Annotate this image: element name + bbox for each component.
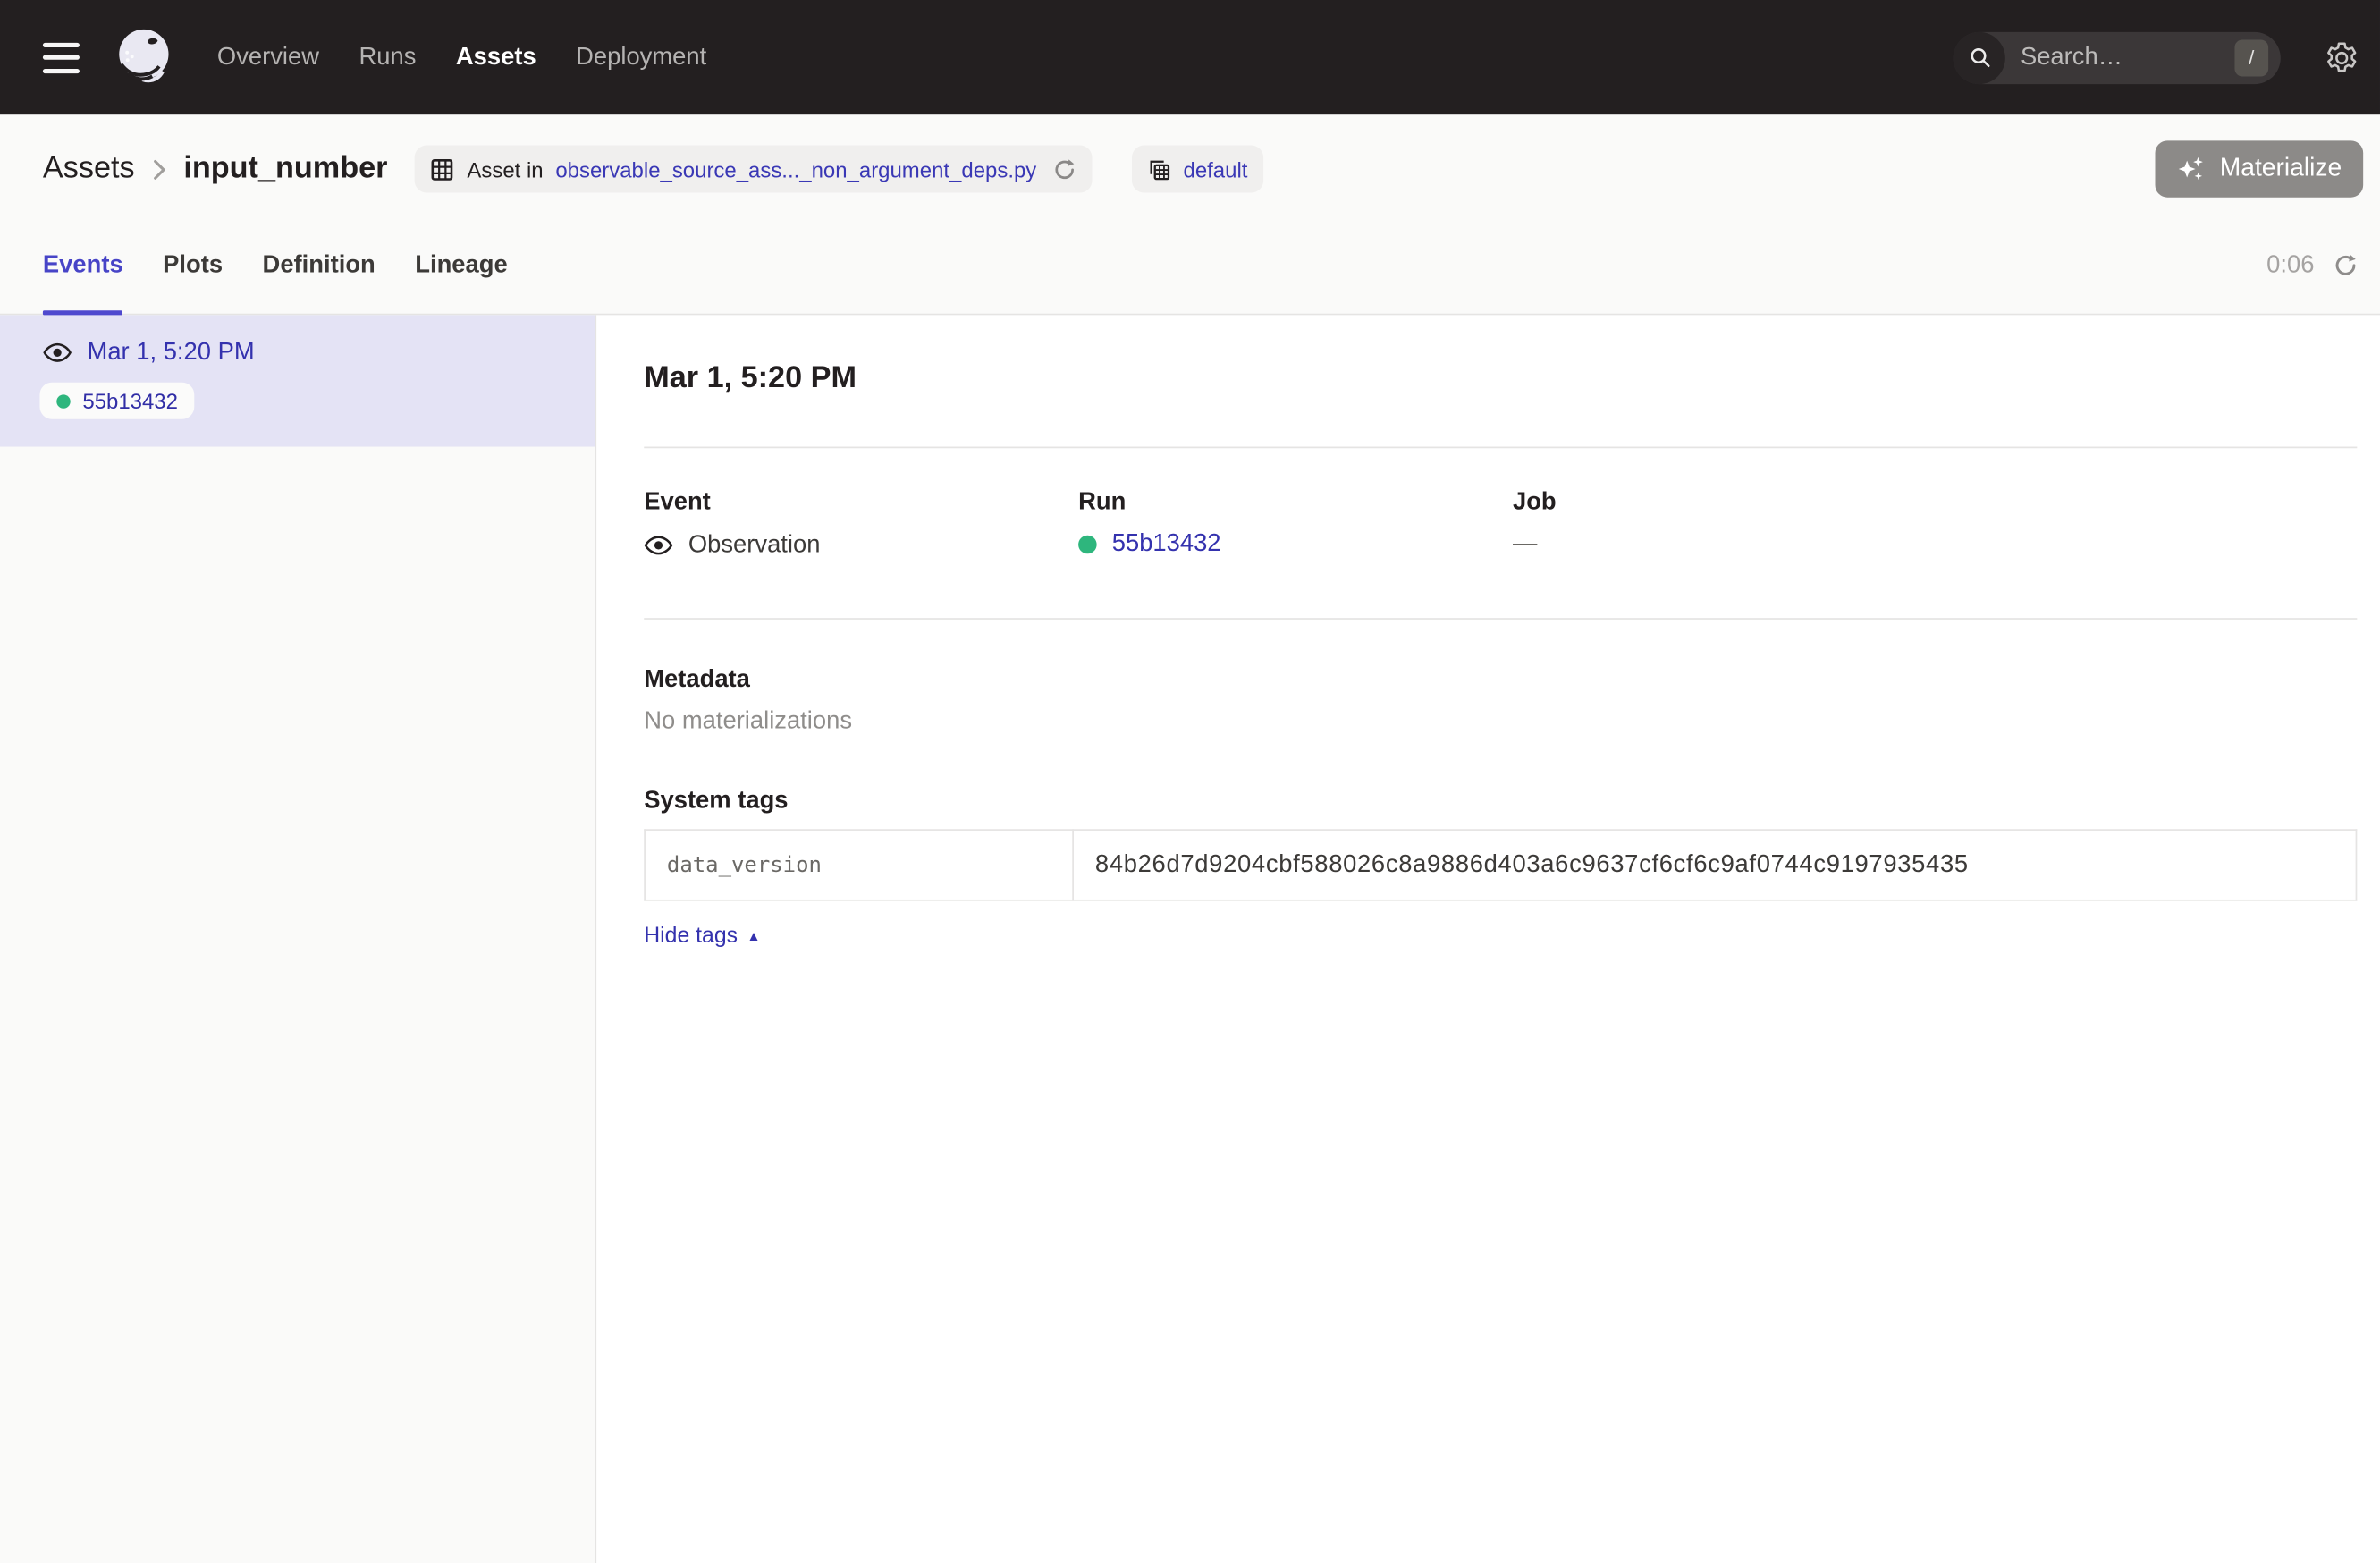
event-list-item-selected[interactable]: Mar 1, 5:20 PM 55b13432 bbox=[0, 315, 595, 446]
caret-up-icon: ▲ bbox=[747, 929, 760, 942]
run-column-label: Run bbox=[1078, 489, 1513, 517]
tag-value-cell: 84b26d7d9204cbf588026c8a9886d403a6c9637c… bbox=[1073, 830, 2356, 900]
search-icon bbox=[1954, 31, 2005, 83]
tab-plots[interactable]: Plots bbox=[163, 217, 223, 314]
nav-item-runs[interactable]: Runs bbox=[359, 44, 417, 72]
nav-item-assets[interactable]: Assets bbox=[456, 44, 536, 72]
refresh-countdown: 0:06 bbox=[2266, 251, 2314, 279]
event-list-sidebar: Mar 1, 5:20 PM 55b13432 bbox=[0, 315, 596, 1563]
run-column: Run 55b13432 bbox=[1078, 489, 1513, 560]
hide-tags-button[interactable]: Hide tags ▲ bbox=[644, 924, 760, 948]
tab-definition[interactable]: Definition bbox=[263, 217, 376, 314]
job-column-label: Job bbox=[1513, 489, 1947, 517]
asset-chip-prefix: Asset in bbox=[467, 156, 543, 181]
run-id-link[interactable]: 55b13432 bbox=[1112, 531, 1221, 559]
event-detail-panel: Mar 1, 5:20 PM Event Observation Run 55b… bbox=[596, 315, 2380, 1563]
table-grid-icon bbox=[430, 156, 454, 181]
settings-gear-icon[interactable] bbox=[2324, 39, 2360, 76]
job-column: Job — bbox=[1513, 489, 1947, 560]
event-detail-title: Mar 1, 5:20 PM bbox=[644, 358, 2357, 397]
sparkle-icon bbox=[2177, 155, 2207, 184]
hamburger-menu-icon[interactable] bbox=[43, 42, 80, 72]
asset-group-link[interactable]: default bbox=[1184, 156, 1248, 181]
metadata-heading: Metadata bbox=[644, 667, 2357, 695]
observation-eye-icon bbox=[644, 531, 673, 561]
system-tags-heading: System tags bbox=[644, 788, 2357, 815]
top-nav: Overview Runs Assets Deployment / bbox=[0, 0, 2380, 114]
table-row: data_version 84b26d7d9204cbf588026c8a988… bbox=[645, 830, 2356, 900]
event-summary-columns: Event Observation Run 55b13432 Job — bbox=[644, 489, 2357, 560]
materialize-button[interactable]: Materialize bbox=[2156, 140, 2363, 197]
content-area: Mar 1, 5:20 PM 55b13432 Mar 1, 5:20 PM E… bbox=[0, 315, 2380, 1563]
job-empty-value: — bbox=[1513, 531, 1537, 559]
run-status-dot bbox=[1078, 536, 1097, 554]
nav-item-deployment[interactable]: Deployment bbox=[576, 44, 706, 72]
metadata-empty-text: No materializations bbox=[644, 708, 2357, 736]
materialize-label: Materialize bbox=[2220, 155, 2342, 184]
reload-definition-icon[interactable] bbox=[1051, 156, 1076, 181]
chevron-right-icon bbox=[151, 156, 166, 181]
dagster-logo-icon[interactable] bbox=[104, 19, 181, 96]
refresh-icon[interactable] bbox=[2333, 252, 2359, 278]
asset-group-chip[interactable]: default bbox=[1131, 146, 1262, 193]
asset-header: Assets input_number Asset in observable_… bbox=[0, 114, 2380, 315]
divider bbox=[644, 447, 2357, 449]
event-column-label: Event bbox=[644, 489, 1078, 517]
breadcrumb: Assets input_number Asset in observable_… bbox=[0, 114, 2380, 217]
run-status-dot bbox=[56, 394, 70, 408]
search-shortcut-key: / bbox=[2234, 39, 2268, 76]
global-search[interactable]: / bbox=[1954, 31, 2281, 83]
breadcrumb-assets-link[interactable]: Assets bbox=[43, 151, 135, 186]
asset-tabs: Events Plots Definition Lineage 0:06 bbox=[0, 217, 2380, 315]
observation-eye-icon bbox=[43, 338, 72, 368]
system-tags-table: data_version 84b26d7d9204cbf588026c8a988… bbox=[644, 829, 2357, 900]
asset-definition-chip[interactable]: Asset in observable_source_ass..._non_ar… bbox=[415, 146, 1092, 193]
asset-group-icon bbox=[1146, 156, 1170, 181]
tab-lineage[interactable]: Lineage bbox=[415, 217, 507, 314]
page-title: input_number bbox=[183, 151, 387, 186]
event-column: Event Observation bbox=[644, 489, 1078, 560]
event-timestamp-link[interactable]: Mar 1, 5:20 PM bbox=[88, 339, 255, 367]
main-nav: Overview Runs Assets Deployment bbox=[217, 44, 706, 72]
divider bbox=[644, 618, 2357, 620]
event-run-chip[interactable]: 55b13432 bbox=[39, 383, 194, 419]
tag-key-cell: data_version bbox=[645, 830, 1073, 900]
event-type-value: Observation bbox=[688, 531, 821, 559]
search-input[interactable] bbox=[2021, 44, 2204, 72]
tab-events[interactable]: Events bbox=[43, 217, 123, 314]
dagster-app: Overview Runs Assets Deployment / Assets… bbox=[0, 0, 2380, 1563]
asset-definition-link[interactable]: observable_source_ass..._non_argument_de… bbox=[555, 156, 1036, 181]
nav-item-overview[interactable]: Overview bbox=[217, 44, 319, 72]
run-id-label: 55b13432 bbox=[82, 389, 178, 413]
hide-tags-label: Hide tags bbox=[644, 924, 738, 948]
